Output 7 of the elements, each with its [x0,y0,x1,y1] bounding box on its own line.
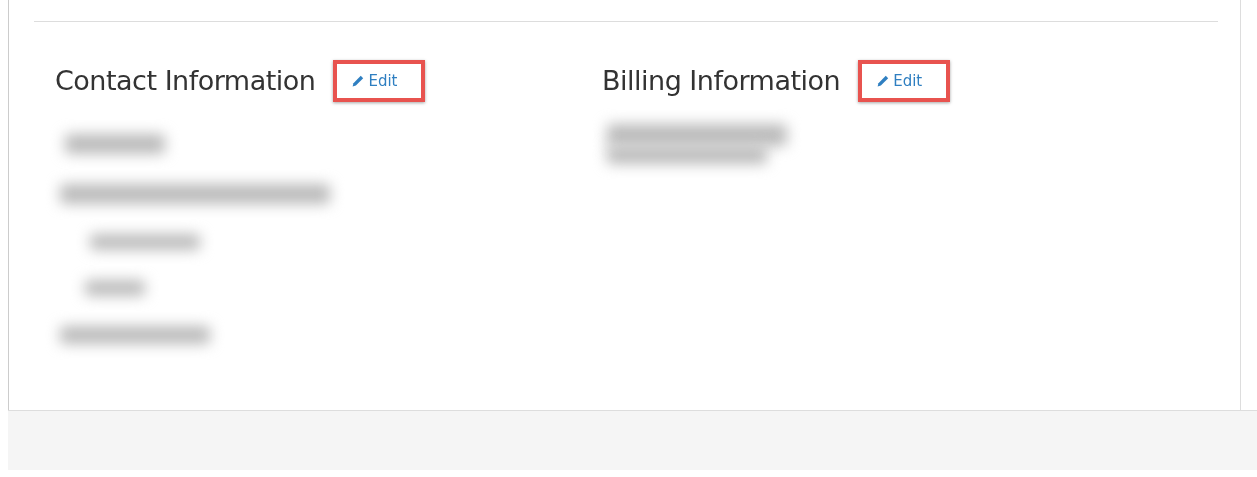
pencil-icon [351,74,365,88]
pencil-icon [876,74,890,88]
edit-link[interactable]: Edit [876,69,923,93]
section-title: Contact Information [55,64,316,98]
blurred-text [85,280,145,296]
section-title: Billing Information [602,64,841,98]
edit-link[interactable]: Edit [351,69,398,93]
